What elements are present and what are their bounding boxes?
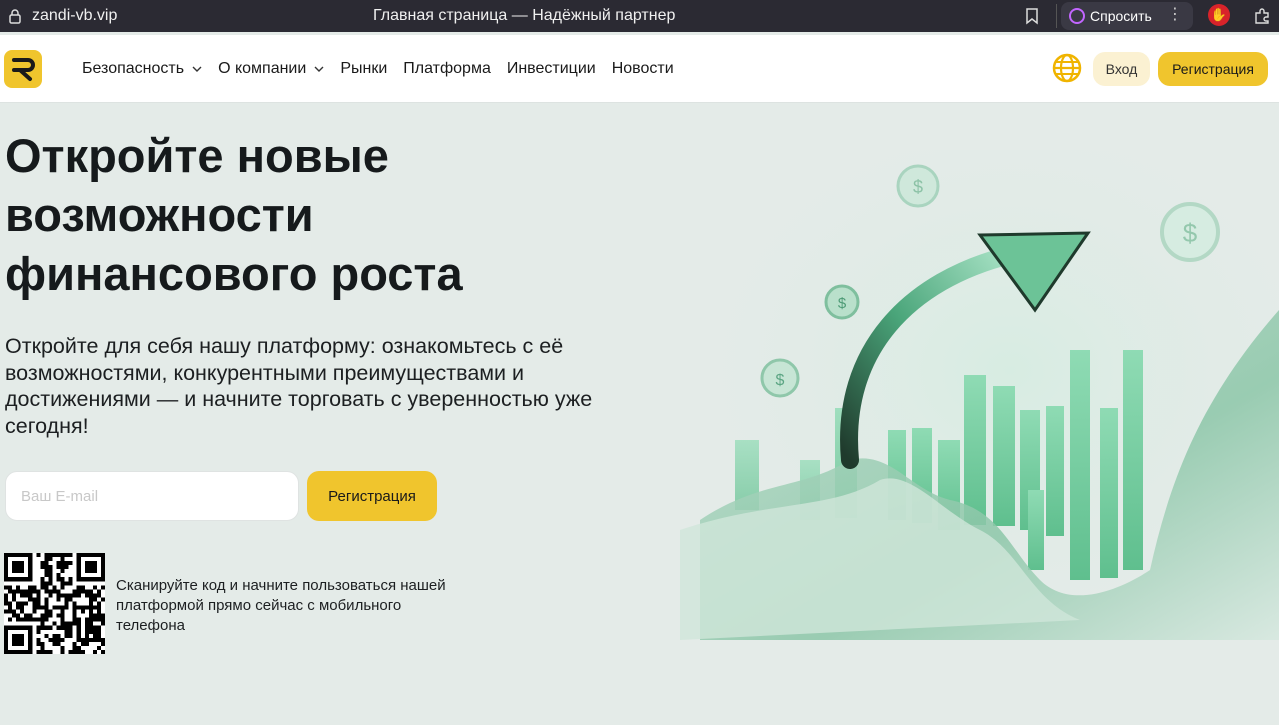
adblock-icon[interactable]: ✋: [1208, 4, 1230, 26]
svg-text:$: $: [913, 177, 923, 197]
login-button[interactable]: Вход: [1093, 52, 1150, 86]
browser-toolbar: zandi-vb.vip Главная страница — Надёжный…: [0, 0, 1279, 32]
nav-item-platform[interactable]: Платформа: [403, 60, 491, 78]
extensions-icon[interactable]: [1252, 6, 1272, 26]
ask-assistant-label: Спросить: [1090, 8, 1152, 24]
more-icon[interactable]: ⋮: [1167, 6, 1183, 24]
nav-item-security[interactable]: Безопасность: [82, 60, 202, 78]
site-logo[interactable]: [4, 50, 42, 88]
growth-chart-illustration: $ $ $ $: [680, 150, 1279, 640]
hero-title: Откройте новые возможности финансового р…: [5, 126, 565, 303]
globe-icon[interactable]: [1051, 52, 1083, 84]
nav-item-news[interactable]: Новости: [612, 60, 674, 78]
logo-mark-icon: [12, 58, 35, 81]
ask-assistant-button[interactable]: Спросить ⋮: [1061, 2, 1193, 30]
hero-subtitle: Откройте для себя нашу платформу: ознако…: [5, 334, 593, 438]
qr-code: [4, 553, 105, 654]
email-input[interactable]: [5, 471, 299, 521]
nav-item-label: Безопасность: [82, 60, 185, 77]
bookmark-icon[interactable]: [1022, 6, 1042, 26]
nav-item-label: Рынки: [340, 60, 388, 77]
nav-item-label: Инвестиции: [506, 60, 596, 77]
svg-text:$: $: [1183, 218, 1198, 248]
lock-icon: [9, 9, 21, 24]
nav-item-label: О компании: [218, 60, 307, 77]
qr-caption: Сканируйте код и начните пользоваться на…: [116, 577, 446, 634]
svg-text:$: $: [776, 372, 785, 389]
nav-item-about[interactable]: О компании: [218, 60, 324, 78]
page-tab-title: Главная страница — Надёжный партнер: [373, 7, 676, 24]
nav-item-investments[interactable]: Инвестиции: [507, 60, 596, 78]
header-signup-button[interactable]: Регистрация: [1158, 52, 1268, 86]
chevron-down-icon: [314, 66, 324, 72]
main-nav: Безопасность О компании Рынки Платформа …: [82, 35, 690, 103]
toolbar-divider: [1056, 4, 1057, 28]
site-header: Безопасность О компании Рынки Платформа …: [0, 35, 1279, 103]
svg-text:$: $: [838, 295, 847, 312]
hero-signup-button[interactable]: Регистрация: [307, 471, 437, 521]
hero-title-line: Откройте новые: [5, 129, 389, 182]
hero-title-line: возможности: [5, 188, 314, 241]
assistant-icon: [1069, 8, 1085, 24]
nav-item-label: Платформа: [403, 60, 491, 77]
nav-item-markets[interactable]: Рынки: [340, 60, 387, 78]
chevron-down-icon: [192, 66, 202, 72]
nav-item-label: Новости: [611, 60, 674, 77]
hero-title-line: финансового роста: [5, 247, 463, 300]
address-bar-url[interactable]: zandi-vb.vip: [32, 7, 117, 25]
